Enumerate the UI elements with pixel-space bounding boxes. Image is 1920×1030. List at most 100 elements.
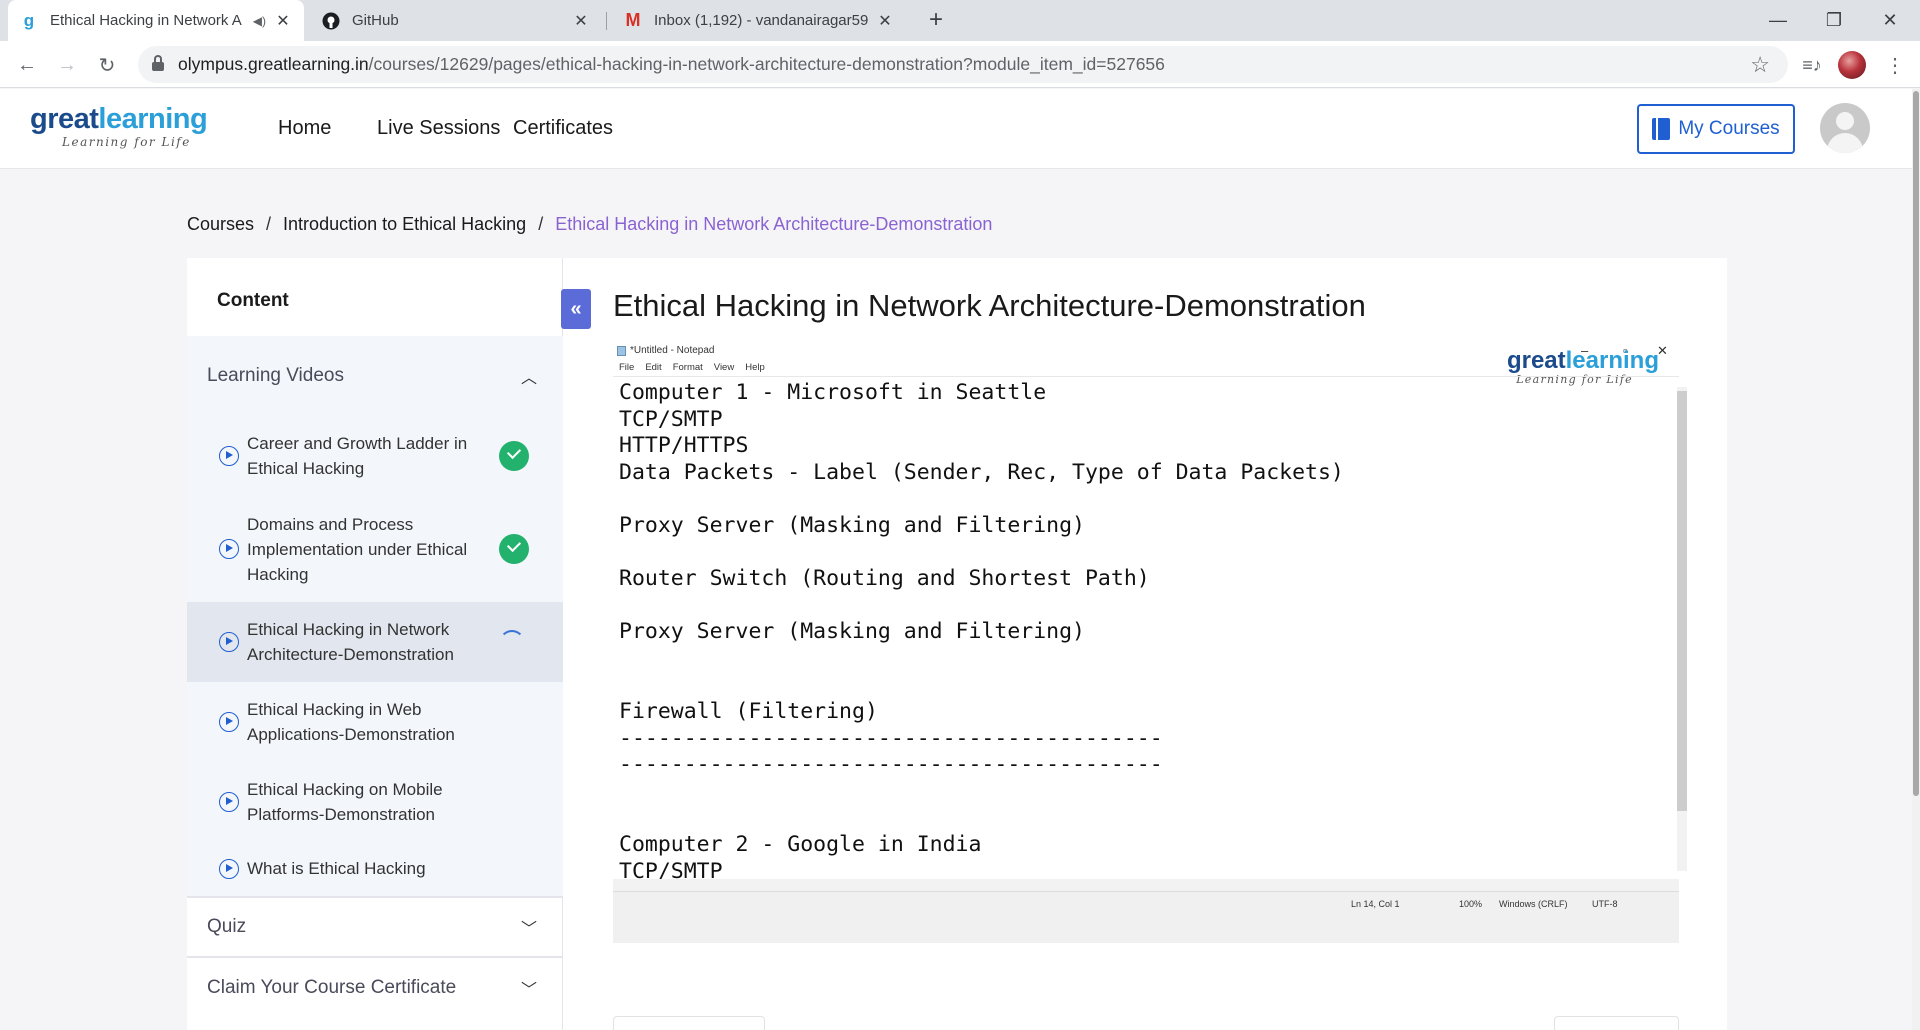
chevron-down-icon[interactable]: ﹀	[521, 915, 537, 939]
back-icon[interactable]: ←	[12, 50, 42, 80]
collapse-sidebar-button[interactable]: «	[561, 289, 591, 329]
chevron-up-icon[interactable]: ︿	[521, 364, 537, 388]
video-label: Domains and Process Implementation under…	[247, 515, 468, 584]
status-zoom: 100%	[1459, 899, 1483, 909]
video-label: What is Ethical Hacking	[247, 859, 426, 878]
notepad-text: Computer 1 - Microsoft in Seattle TCP/SM…	[619, 380, 1344, 884]
book-icon	[1652, 118, 1671, 140]
tab-github[interactable]: GitHub ✕	[310, 0, 602, 41]
browser-profile-avatar[interactable]	[1838, 51, 1866, 79]
video-label: Ethical Hacking in Web Applications-Demo…	[247, 700, 455, 744]
status-encoding: UTF-8	[1592, 899, 1618, 909]
content-sidebar: Content Learning Videos ︿ Career and Gro…	[187, 258, 563, 1030]
completed-check-icon	[499, 534, 529, 564]
user-avatar[interactable]	[1820, 103, 1870, 153]
learning-videos-section: Learning Videos ︿ Career and Growth Ladd…	[187, 336, 563, 896]
breadcrumb-separator: /	[538, 214, 544, 234]
logo-learning: learning	[98, 103, 208, 135]
scrollbar-thumb[interactable]	[1913, 91, 1919, 796]
play-icon	[219, 632, 239, 652]
url-path: /courses/12629/pages/ethical-hacking-in-…	[368, 54, 1165, 74]
video-item[interactable]: Domains and Process Implementation under…	[187, 496, 563, 603]
speaker-icon[interactable]: ◀)	[253, 14, 266, 28]
next-button[interactable]	[1554, 1016, 1679, 1030]
breadcrumb-separator: /	[266, 214, 272, 234]
gl-logo-icon: g	[23, 10, 35, 30]
site-header: greatlearning Learning for Life Home Liv…	[0, 89, 1912, 169]
menu-help: Help	[745, 362, 765, 373]
logo-tagline: Learning for Life	[62, 135, 191, 149]
video-label: Ethical Hacking on Mobile Platforms-Demo…	[247, 780, 443, 824]
tab-gmail[interactable]: M Inbox (1,192) - vandanairagar59 ✕	[612, 0, 906, 41]
page-scrollbar[interactable]	[1912, 89, 1920, 1030]
lesson-content: Ethical Hacking in Network Architecture-…	[563, 258, 1727, 1030]
lock-icon[interactable]	[152, 55, 164, 71]
notepad-horizontal-scrollbar	[613, 879, 1679, 891]
quiz-section-header[interactable]: Quiz ﹀	[187, 898, 563, 956]
section-label: Claim Your Course Certificate	[207, 977, 457, 998]
restore-icon[interactable]: ❐	[1806, 0, 1862, 41]
menu-dots-icon[interactable]: ⋮	[1880, 50, 1910, 80]
close-tab-icon[interactable]: ✕	[572, 12, 590, 30]
video-item-active[interactable]: Ethical Hacking in Network Architecture-…	[187, 602, 563, 682]
notepad-icon	[617, 345, 626, 356]
page-title: Ethical Hacking in Network Architecture-…	[613, 288, 1366, 323]
menu-file: File	[619, 362, 635, 373]
menu-edit: Edit	[645, 362, 662, 373]
tab-title: Ethical Hacking in Network A	[50, 12, 242, 29]
nav-certificates[interactable]: Certificates	[513, 117, 613, 140]
url-host: olympus.greatlearning.in	[178, 54, 369, 74]
logo-great: great	[30, 103, 99, 135]
play-icon	[219, 712, 239, 732]
close-tab-icon[interactable]: ✕	[876, 12, 894, 30]
in-progress-icon	[499, 630, 525, 656]
watermark-tagline: Learning for Life	[1516, 373, 1633, 386]
video-player[interactable]: *Untitled - Notepad File Edit Format Vie…	[613, 343, 1687, 943]
breadcrumb-courses[interactable]: Courses	[187, 214, 254, 235]
browser-toolbar: ← → ↻ olympus.greatlearning.in/courses/1…	[0, 41, 1920, 88]
tab-ethical-hacking[interactable]: g Ethical Hacking in Network A ◀) ✕	[8, 0, 304, 41]
play-icon	[219, 539, 239, 559]
section-label: Learning Videos	[207, 365, 344, 386]
browser-tab-bar: g Ethical Hacking in Network A ◀) ✕ GitH…	[0, 0, 1920, 41]
video-item[interactable]: Ethical Hacking on Mobile Platforms-Demo…	[187, 762, 563, 842]
tab-title: GitHub	[352, 12, 399, 29]
notepad-frame: *Untitled - Notepad File Edit Format Vie…	[613, 343, 1687, 915]
notepad-status-bar: Ln 14, Col 1 100% Windows (CRLF) UTF-8	[613, 891, 1679, 915]
nav-live-sessions[interactable]: Live Sessions	[377, 117, 500, 140]
forward-icon[interactable]: →	[52, 50, 82, 80]
notepad-menu-divider	[613, 376, 1679, 377]
chevron-down-icon[interactable]: ﹀	[521, 976, 537, 1000]
window-close-icon[interactable]: ✕	[1862, 0, 1918, 41]
sidebar-title: Content	[217, 290, 289, 311]
completed-check-icon	[499, 441, 529, 471]
play-icon	[219, 446, 239, 466]
greatlearning-watermark: greatlearning Learning for Life	[1507, 349, 1659, 387]
bookmark-star-icon[interactable]: ☆	[1750, 52, 1770, 78]
new-tab-icon[interactable]: +	[922, 6, 950, 34]
breadcrumb-course[interactable]: Introduction to Ethical Hacking	[283, 214, 526, 235]
close-tab-icon[interactable]: ✕	[274, 12, 292, 30]
certificate-section-header[interactable]: Claim Your Course Certificate ﹀	[187, 958, 563, 1018]
address-bar[interactable]: olympus.greatlearning.in/courses/12629/p…	[138, 46, 1788, 83]
minimize-icon[interactable]: —	[1750, 0, 1806, 41]
nav-home[interactable]: Home	[278, 117, 331, 140]
menu-view: View	[713, 362, 735, 373]
my-courses-button[interactable]: My Courses	[1637, 104, 1795, 154]
reload-icon[interactable]: ↻	[92, 50, 122, 80]
status-line-endings: Windows (CRLF)	[1499, 899, 1568, 909]
breadcrumb: Courses / Introduction to Ethical Hackin…	[187, 214, 992, 235]
play-icon	[219, 859, 239, 879]
video-item[interactable]: Ethical Hacking in Web Applications-Demo…	[187, 682, 563, 762]
menu-format: Format	[672, 362, 703, 373]
greatlearning-logo[interactable]: greatlearning Learning for Life	[30, 103, 208, 150]
notepad-title: *Untitled - Notepad	[630, 345, 715, 356]
video-label: Ethical Hacking in Network Architecture-…	[247, 620, 454, 664]
video-item[interactable]: What is Ethical Hacking	[187, 842, 563, 896]
previous-button[interactable]	[613, 1016, 765, 1030]
notepad-titlebar: *Untitled - Notepad	[617, 345, 715, 356]
video-label: Career and Growth Ladder in Ethical Hack…	[247, 434, 468, 478]
media-queue-icon[interactable]: ≡♪	[1797, 50, 1827, 80]
video-item[interactable]: Career and Growth Ladder in Ethical Hack…	[187, 416, 563, 496]
learning-videos-header[interactable]: Learning Videos ︿	[187, 336, 563, 416]
